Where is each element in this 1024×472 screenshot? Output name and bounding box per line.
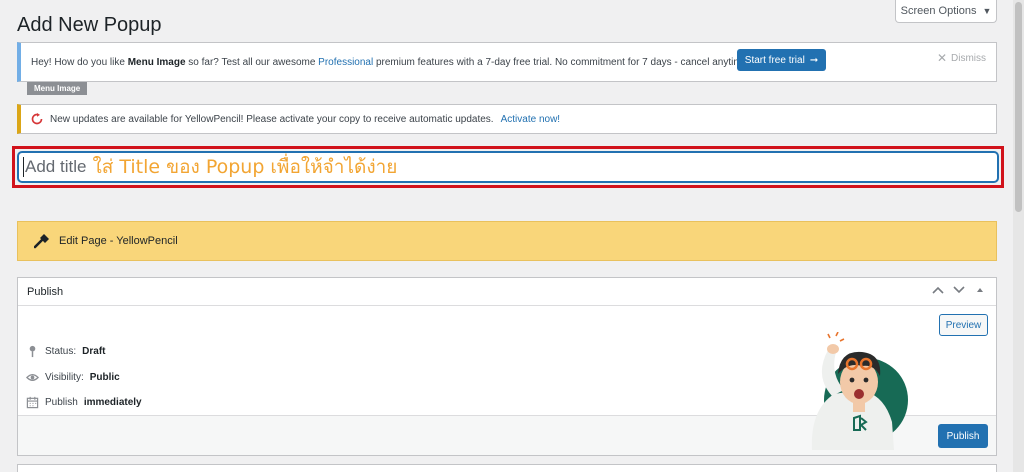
arrow-right-icon: ➞ <box>809 54 819 66</box>
mascot-illustration <box>811 332 908 450</box>
publish-button[interactable]: Publish <box>938 424 988 448</box>
publish-box-header: Publish <box>18 278 996 306</box>
calendar-icon <box>26 396 39 409</box>
product-name: Menu Image <box>127 56 186 68</box>
box-controls <box>932 285 986 295</box>
screen-options-button[interactable]: Screen Options ▼ <box>895 0 997 23</box>
toggle-panel-icon[interactable] <box>974 285 986 295</box>
publish-box-title: Publish <box>27 285 64 298</box>
activate-now-link[interactable]: Activate now! <box>501 114 560 125</box>
menu-image-notice: Hey! How do you like Menu Image so far? … <box>17 42 997 82</box>
visibility-row: Visibility: Public <box>26 371 120 384</box>
professional-link[interactable]: Professional <box>318 57 373 68</box>
hammer-icon <box>34 234 49 249</box>
eye-icon <box>26 374 39 381</box>
publish-date-row: Publish immediately <box>26 396 142 409</box>
update-notice: New updates are available for YellowPenc… <box>17 104 997 134</box>
status-row: Status: Draft <box>26 345 105 358</box>
page-scrollbar[interactable] <box>1013 0 1024 472</box>
refresh-icon <box>31 113 43 125</box>
edit-page-yellowpencil-button[interactable]: Edit Page - YellowPencil <box>17 221 997 261</box>
title-annotation: ใส่ Title ของ Popup เพื่อให้จำได้ง่าย <box>92 156 398 178</box>
pin-icon <box>29 345 36 358</box>
yellowpencil-label: Edit Page - YellowPencil <box>59 235 178 247</box>
status-value: Draft <box>82 346 106 357</box>
chevron-up-icon[interactable] <box>932 285 944 295</box>
publish-date-value: immediately <box>83 397 142 408</box>
next-metabox-edge <box>17 464 997 472</box>
chevron-down-icon[interactable] <box>953 285 965 295</box>
update-text: New updates are available for YellowPenc… <box>50 113 494 125</box>
notice-text: Hey! How do you like Menu Image so far? … <box>31 56 751 68</box>
caret-down-icon: ▼ <box>982 6 992 16</box>
scrollbar-thumb[interactable] <box>1015 2 1022 212</box>
close-icon: ✕ <box>936 51 947 65</box>
visibility-value: Public <box>89 372 120 383</box>
screen-options-label: Screen Options <box>900 5 977 17</box>
menu-image-tag: Menu Image <box>27 82 88 95</box>
title-placeholder: Add title <box>25 157 87 176</box>
title-input[interactable]: Add title ใส่ Title ของ Popup เพื่อให้จำ… <box>18 152 998 182</box>
page-title: Add New Popup <box>17 14 162 36</box>
text-cursor <box>23 157 24 177</box>
preview-button[interactable]: Preview <box>939 314 988 336</box>
start-free-trial-button[interactable]: Start free trial ➞ <box>737 49 826 71</box>
dismiss-button[interactable]: ✕ Dismiss <box>937 51 986 65</box>
